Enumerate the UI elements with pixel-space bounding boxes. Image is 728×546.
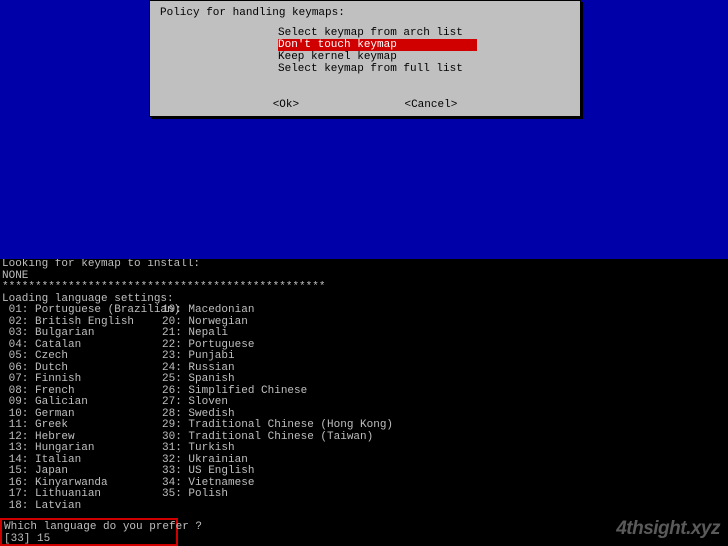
language-item: 13: Hungarian bbox=[2, 443, 162, 455]
terminal-output: Looking for keymap to install: NONE ****… bbox=[0, 259, 728, 512]
language-item: 25: Spanish bbox=[162, 374, 393, 386]
language-item: 07: Finnish bbox=[2, 374, 162, 386]
language-prompt[interactable]: Which language do you prefer ? [33] 15 bbox=[0, 518, 178, 546]
menu-item-0[interactable]: Select keymap from arch list bbox=[278, 27, 570, 39]
language-item: 09: Galician bbox=[2, 397, 162, 409]
menu-item-1[interactable]: Don't touch keymap bbox=[278, 39, 477, 51]
menu-item-2[interactable]: Keep kernel keymap bbox=[278, 51, 570, 63]
prompt-question: Which language do you prefer ? bbox=[4, 521, 174, 533]
dialog-title: Policy for handling keymaps: bbox=[160, 7, 570, 19]
language-item: 19: Macedonian bbox=[162, 305, 393, 317]
language-item: 15: Japan bbox=[2, 466, 162, 478]
keymap-dialog: Policy for handling keymaps: Select keym… bbox=[149, 0, 581, 117]
language-item: 21: Nepali bbox=[162, 328, 393, 340]
language-item: 18: Latvian bbox=[2, 501, 162, 513]
watermark: 4thsight.xyz bbox=[616, 518, 720, 540]
ok-button[interactable]: <Ok> bbox=[273, 99, 299, 111]
prompt-input[interactable]: [33] 15 bbox=[4, 533, 174, 545]
language-item: 17: Lithuanian bbox=[2, 489, 162, 501]
cancel-button[interactable]: <Cancel> bbox=[404, 99, 457, 111]
language-item: 31: Turkish bbox=[162, 443, 393, 455]
language-column-2: 19: Macedonian20: Norwegian21: Nepali22:… bbox=[162, 305, 393, 512]
language-item: 33: US English bbox=[162, 466, 393, 478]
language-item: 35: Polish bbox=[162, 489, 393, 501]
menu-item-3[interactable]: Select keymap from full list bbox=[278, 63, 570, 75]
menu-list[interactable]: Select keymap from arch list Don't touch… bbox=[278, 27, 570, 75]
blue-background: Policy for handling keymaps: Select keym… bbox=[0, 0, 728, 259]
term-line: ****************************************… bbox=[2, 282, 726, 294]
language-column-1: 01: Portuguese (Brazilian) 02: British E… bbox=[2, 305, 162, 512]
language-item: 23: Punjabi bbox=[162, 351, 393, 363]
language-item: 01: Portuguese (Brazilian) bbox=[2, 305, 162, 317]
language-item: 29: Traditional Chinese (Hong Kong) bbox=[162, 420, 393, 432]
language-item: 27: Sloven bbox=[162, 397, 393, 409]
language-item: 11: Greek bbox=[2, 420, 162, 432]
term-line: Looking for keymap to install: bbox=[2, 259, 726, 271]
language-list: 01: Portuguese (Brazilian) 02: British E… bbox=[2, 305, 726, 512]
language-item: 05: Czech bbox=[2, 351, 162, 363]
language-item: 03: Bulgarian bbox=[2, 328, 162, 340]
